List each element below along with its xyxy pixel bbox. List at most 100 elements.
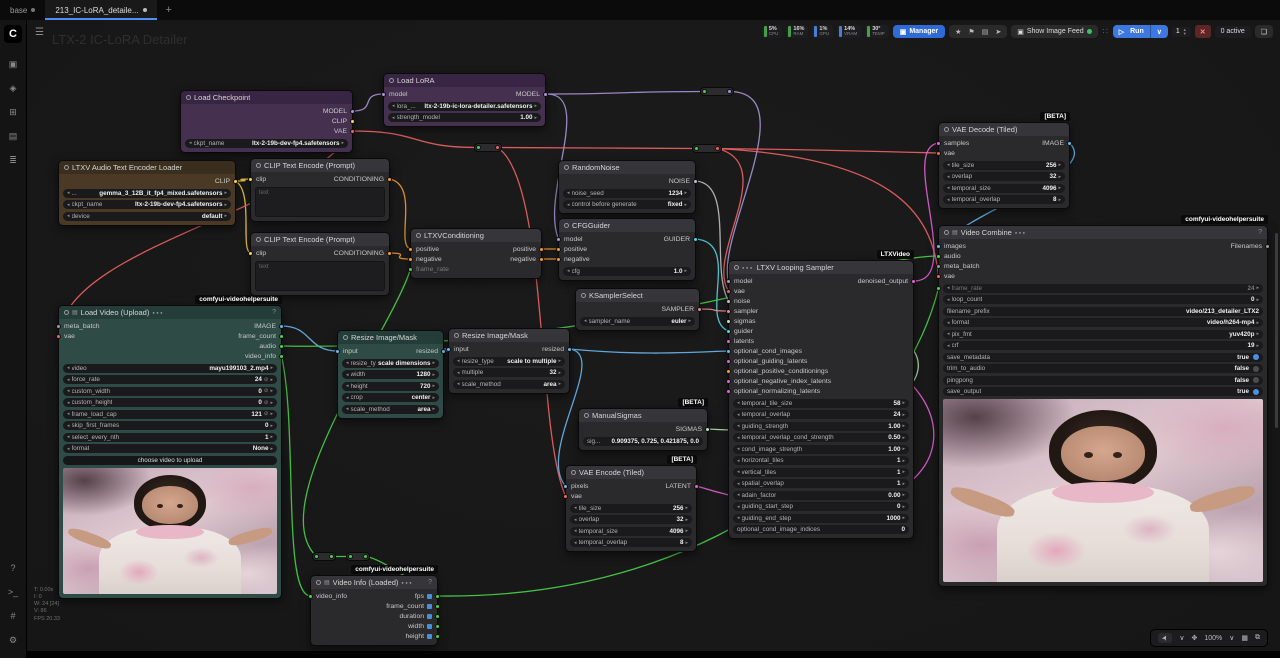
increment-icon[interactable]: ▸ (685, 540, 688, 546)
decrement-icon[interactable]: ◂ (67, 377, 70, 383)
decrement-icon[interactable]: ◂ (947, 162, 950, 168)
port-dot-icon[interactable] (435, 614, 440, 619)
port-dot-icon[interactable] (726, 279, 731, 284)
node-header[interactable]: Load Checkpoint (181, 91, 352, 104)
input-port-optional_positive_conditionings[interactable]: optional_positive_conditionings (726, 366, 828, 376)
reroute-r3[interactable] (700, 87, 734, 96)
decrement-icon[interactable]: ◂ (392, 103, 395, 109)
help-icon[interactable]: ? (4, 560, 22, 576)
node-load-video[interactable]: comfyui-videohelpersuite▤Load Video (Upl… (58, 305, 282, 599)
decrement-icon[interactable]: ◂ (346, 360, 349, 366)
terminal-icon[interactable]: >_ (4, 584, 22, 600)
output-port-CLIP[interactable]: CLIP (332, 116, 355, 126)
decrement-icon[interactable]: ◂ (737, 400, 740, 406)
input-port-samples[interactable]: samples (936, 138, 969, 148)
port-dot-icon[interactable] (936, 151, 941, 156)
increment-icon[interactable]: ▸ (902, 412, 905, 418)
widget-loop-count[interactable]: ◂loop_count0▸ (943, 295, 1263, 304)
widget-custom-height[interactable]: ◂custom_height0⊘▸ (63, 398, 277, 407)
input-port-vae[interactable]: vae (563, 491, 582, 501)
node-video-combine[interactable]: comfyui-videohelpersuite▤Video Combine●●… (938, 225, 1268, 587)
widget-guiding-start-step[interactable]: ◂guiding_start_step0▸ (733, 502, 909, 511)
input-port-clip[interactable]: clip (248, 174, 266, 184)
widget-scale-method[interactable]: ◂scale_methodarea▸ (453, 380, 565, 389)
widget-sig-[interactable]: sig...0.909375, 0.725, 0.421875, 0.0 (583, 437, 703, 446)
port-dot-icon[interactable] (539, 257, 544, 262)
input-port-images[interactable]: images (936, 241, 966, 251)
node-cfg-guider[interactable]: CFGGuidermodelpositivenegativeGUIDER◂cfg… (558, 218, 696, 281)
zoom-level[interactable]: 100% (1204, 635, 1222, 642)
node-resize-2[interactable]: Resize Image/Maskinputresized◂resize_typ… (448, 328, 570, 394)
collapse-dot-icon[interactable] (454, 333, 459, 338)
widget-skip-first-frames[interactable]: ◂skip_first_frames0▸ (63, 421, 277, 430)
settings-gear-icon[interactable]: ⚙ (4, 632, 22, 648)
input-port-optional_negative_index_latents[interactable]: optional_negative_index_latents (726, 376, 831, 386)
port-dot-icon[interactable] (387, 251, 392, 256)
widget-horizontal-tiles[interactable]: ◂horizontal_tiles1▸ (733, 456, 909, 465)
node-header[interactable]: LTXV Audio Text Encoder Loader (59, 161, 235, 174)
decrement-icon[interactable]: ◂ (189, 140, 192, 146)
widget-noise-seed[interactable]: ◂noise_seed1234▸ (563, 189, 691, 198)
port-dot-icon[interactable] (350, 109, 355, 114)
node-random-noise[interactable]: RandomNoiseNOISE◂noise_seed1234▸◂control… (558, 160, 696, 214)
decrement-icon[interactable]: ◂ (392, 115, 395, 121)
increment-icon[interactable]: ▸ (1058, 174, 1061, 180)
decrement-icon[interactable]: ◂ (567, 268, 570, 274)
node-looping-sampler[interactable]: LTXVideo●●●LTXV Looping Samplermodelvaen… (728, 260, 914, 539)
widget-tile-size[interactable]: ◂tile_size256▸ (570, 504, 692, 513)
port-dot-icon[interactable] (726, 289, 731, 294)
text-prompt-input[interactable]: text (255, 187, 385, 217)
input-port-audio[interactable]: audio (936, 251, 961, 261)
increment-icon[interactable]: ▸ (684, 268, 687, 274)
port-dot-icon[interactable] (435, 604, 440, 609)
widget-resize-type[interactable]: ◂resize_typescale dimensions▸ (342, 359, 439, 368)
widget-strength-model[interactable]: ◂strength_model1.00▸ (388, 113, 541, 122)
share-icon[interactable]: ➤ (995, 28, 1001, 36)
port-dot-icon[interactable] (314, 554, 319, 559)
widget-temporal-overlap[interactable]: ◂temporal_overlap24▸ (733, 410, 909, 419)
video-preview[interactable] (63, 468, 277, 594)
port-dot-icon[interactable] (936, 264, 941, 269)
decrement-icon[interactable]: ◂ (947, 185, 950, 191)
port-dot-icon[interactable] (726, 379, 731, 384)
node-load-lora[interactable]: Load LoRAmodelMODEL◂lora_...ltx-2-19b-ic… (383, 73, 546, 127)
input-port-sigmas[interactable]: sigmas (726, 316, 756, 326)
increment-icon[interactable]: ▸ (1058, 162, 1061, 168)
widget-spatial-overlap[interactable]: ◂spatial_overlap1▸ (733, 479, 909, 488)
output-port-SAMPLER[interactable]: SAMPLER (662, 304, 702, 314)
input-port-optional_normalizing_latents[interactable]: optional_normalizing_latents (726, 386, 820, 396)
decrement-icon[interactable]: ◂ (67, 446, 70, 452)
input-port-positive[interactable]: positive (556, 244, 587, 254)
port-dot-icon[interactable] (233, 179, 238, 184)
tab-workflow[interactable]: 213_IC-LoRA_detaile... (45, 0, 156, 20)
templates-icon[interactable]: ▤ (4, 128, 22, 144)
input-port-meta_batch[interactable]: meta_batch (56, 321, 100, 331)
widget-overlap[interactable]: ◂overlap32▸ (943, 172, 1065, 181)
port-dot-icon[interactable] (539, 247, 544, 252)
widget-height[interactable]: ◂height720▸ (342, 382, 439, 391)
node-header[interactable]: ManualSigmas (579, 409, 707, 422)
zoom-dropdown-icon[interactable]: ∨ (1229, 634, 1234, 642)
nodes-icon[interactable]: ⊞ (4, 104, 22, 120)
decrement-icon[interactable]: ◂ (457, 370, 460, 376)
decrement-icon[interactable]: ◂ (584, 318, 587, 324)
increment-icon[interactable]: ▸ (270, 377, 273, 383)
models-icon[interactable]: ◈ (4, 80, 22, 96)
workflows-icon[interactable]: ▣ (4, 56, 22, 72)
port-dot-icon[interactable] (694, 484, 699, 489)
port-dot-icon[interactable] (248, 177, 253, 182)
port-dot-icon[interactable] (435, 594, 440, 599)
port-dot-icon[interactable] (446, 347, 451, 352)
node-load-checkpoint[interactable]: Load CheckpointMODELCLIPVAE◂ckpt_nameltx… (180, 90, 353, 153)
node-ksampler-select[interactable]: KSamplerSelectSAMPLER◂sampler_nameeuler▸ (575, 288, 700, 331)
flag-icon[interactable]: ⚑ (968, 28, 974, 36)
decrement-icon[interactable]: ◂ (737, 435, 740, 441)
fullscreen-icon[interactable]: ⧉ (1255, 634, 1260, 642)
node-header[interactable]: ▤Video Info (Loaded)●●●? (311, 576, 437, 589)
help-icon[interactable]: ? (272, 309, 276, 316)
output-port-video_info[interactable]: video_info (245, 351, 284, 361)
decrement-icon[interactable]: ◂ (947, 343, 950, 349)
cancel-button[interactable]: ✕ (1195, 25, 1211, 38)
increment-icon[interactable]: ▸ (558, 381, 561, 387)
port-dot-icon[interactable] (936, 141, 941, 146)
